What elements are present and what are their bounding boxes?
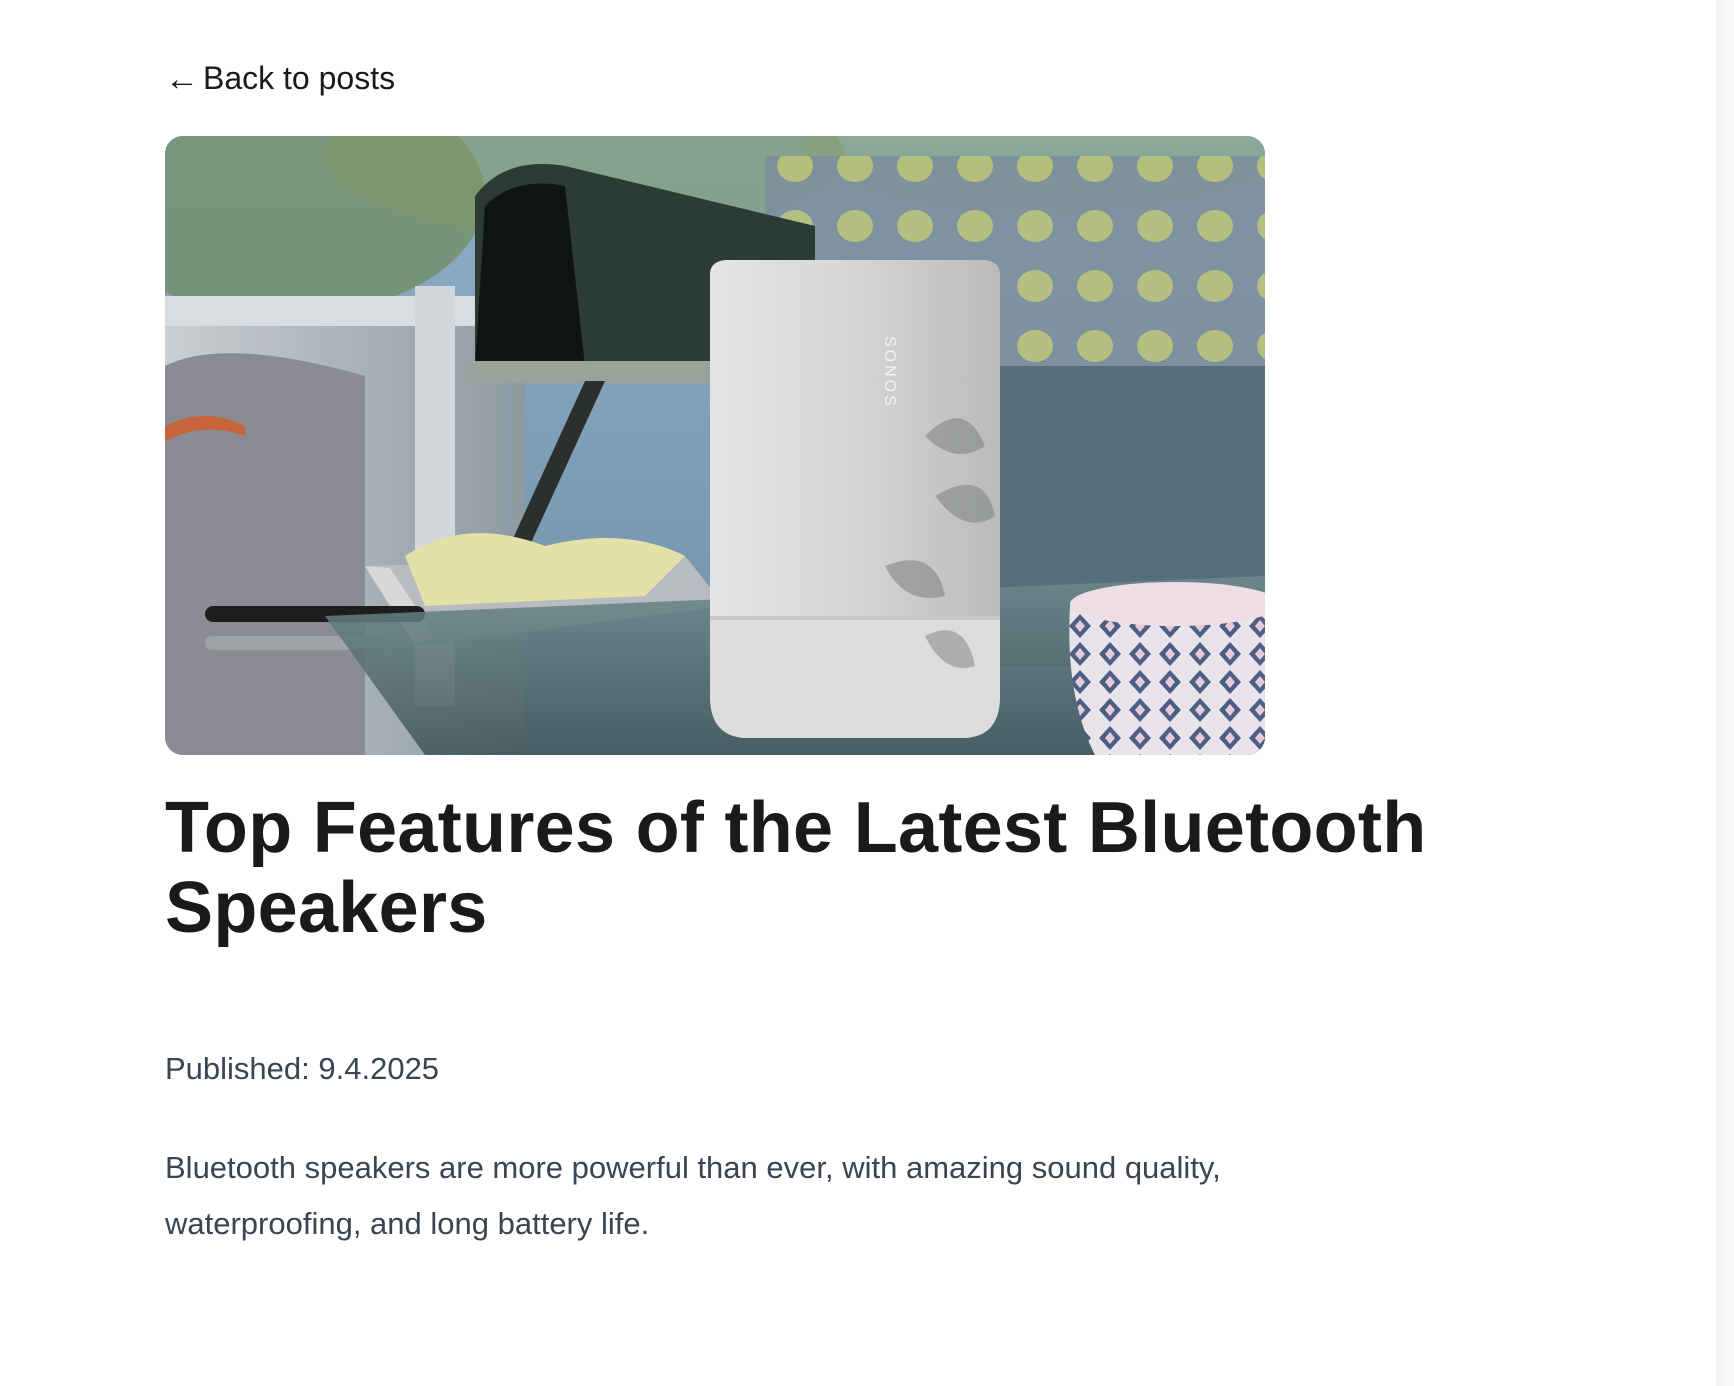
speaker-photo: SONOS (165, 136, 1265, 755)
post-title: Top Features of the Latest Bluetooth Spe… (165, 788, 1427, 948)
post-excerpt: Bluetooth speakers are more powerful tha… (165, 1150, 1221, 1241)
page-scrollbar[interactable] (1716, 0, 1734, 1386)
published-date: Published: 9.4.2025 (165, 1051, 440, 1086)
hero-image: SONOS (165, 136, 1265, 755)
speaker-brand-text: SONOS (881, 336, 898, 409)
back-to-posts-link[interactable]: ← Back to posts (165, 60, 395, 97)
back-link-label: Back to posts (203, 60, 396, 96)
arrow-left-icon: ← (165, 59, 199, 98)
